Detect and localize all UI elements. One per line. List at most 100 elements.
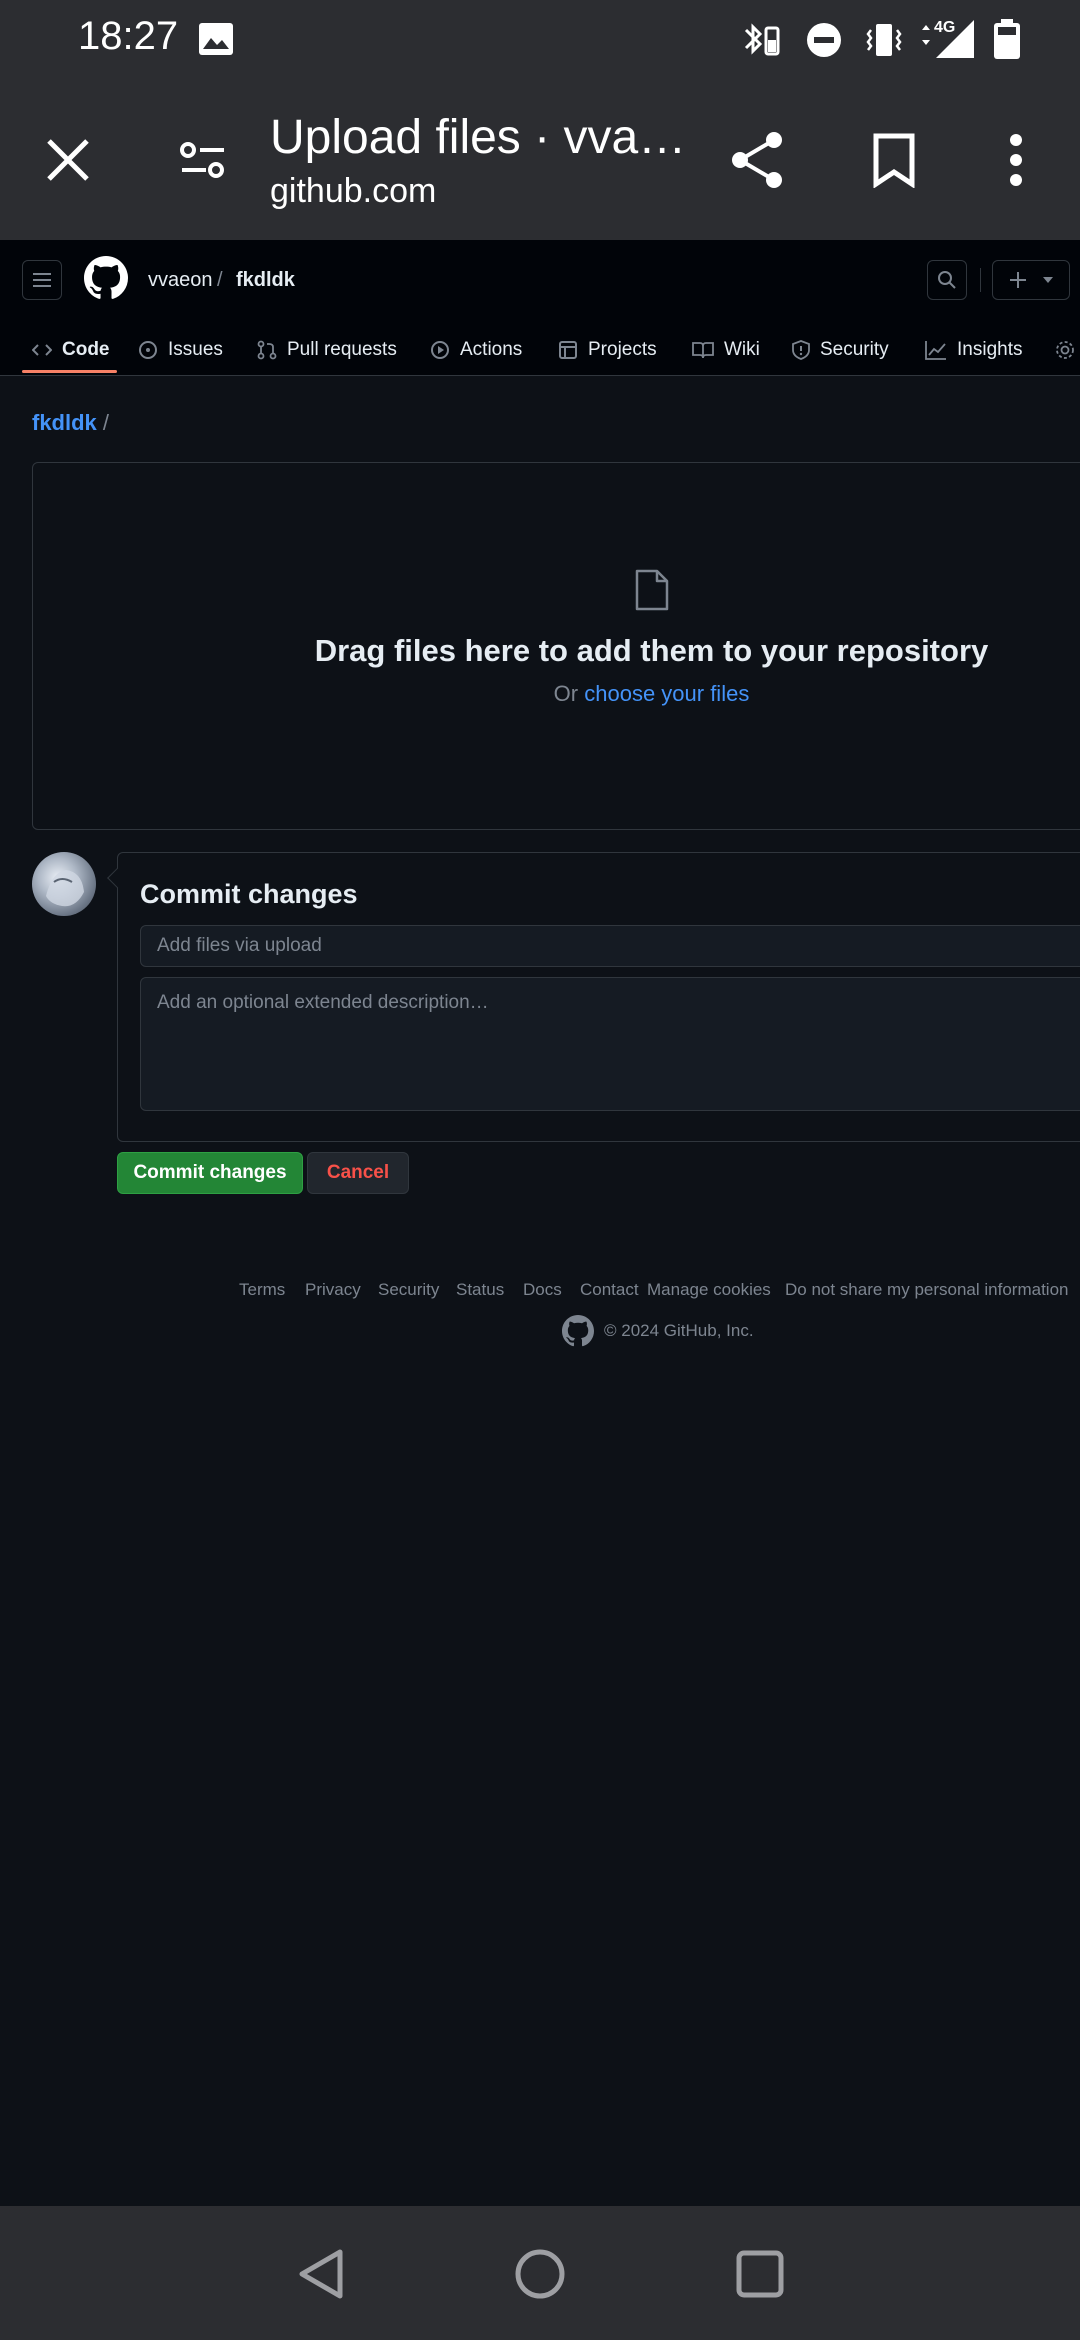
footer-link-do-not-share[interactable]: Do not share my personal information	[785, 1280, 1068, 1300]
tab-label: Pull requests	[287, 339, 397, 360]
table-icon	[559, 341, 577, 359]
footer-link-manage-cookies[interactable]: Manage cookies	[647, 1280, 771, 1300]
close-icon	[47, 139, 89, 181]
tune-icon	[180, 142, 224, 178]
git-pull-request-icon	[257, 340, 277, 360]
footer-link-docs[interactable]: Docs	[523, 1280, 562, 1300]
breadcrumb-repo-link[interactable]: fkdldk	[32, 410, 97, 435]
choose-files-link[interactable]: choose your files	[584, 681, 749, 706]
dropzone-subtext: Or choose your files	[33, 681, 1080, 707]
back-icon	[299, 2249, 343, 2299]
search-button[interactable]	[927, 260, 967, 300]
more-options-button[interactable]	[976, 120, 1056, 200]
bookmark-button[interactable]	[854, 120, 934, 200]
breadcrumb-separator: /	[102, 410, 110, 435]
close-tab-button[interactable]	[28, 120, 108, 200]
book-icon	[692, 342, 714, 359]
vibrate-icon	[864, 20, 904, 60]
github-header: vvaeon / fkdldk Code Issues Pull request…	[0, 240, 1080, 376]
menu-button[interactable]	[22, 260, 62, 300]
footer-link-terms[interactable]: Terms	[239, 1280, 285, 1300]
android-navigation-bar	[0, 2206, 1080, 2340]
status-bar: 18:27 4G	[0, 0, 1080, 80]
page-title: Upload files · vvaeon/fkdldk	[270, 111, 700, 164]
tab-pull-requests[interactable]: Pull requests	[257, 324, 397, 376]
battery-icon	[992, 18, 1022, 60]
github-mark-icon	[84, 256, 128, 299]
path-separator: /	[217, 269, 223, 291]
status-time: 18:27	[78, 14, 179, 58]
cancel-button[interactable]: Cancel	[307, 1152, 409, 1194]
site-settings-button[interactable]	[163, 120, 243, 200]
bluetooth-battery-icon	[742, 18, 782, 60]
commit-box-pointer	[107, 868, 127, 888]
tab-wiki[interactable]: Wiki	[692, 324, 760, 376]
footer-link-contact[interactable]: Contact	[580, 1280, 639, 1300]
tab-label: Wiki	[724, 339, 760, 360]
recents-button[interactable]	[736, 2250, 784, 2298]
share-button[interactable]	[718, 120, 798, 200]
tab-actions[interactable]: Actions	[430, 324, 522, 376]
plus-icon	[1010, 272, 1026, 288]
github-mark-icon	[562, 1315, 594, 1347]
bookmark-icon	[873, 133, 915, 188]
play-icon	[431, 341, 449, 359]
commit-description-input[interactable]	[140, 977, 1080, 1111]
share-icon	[732, 132, 782, 188]
avatar	[32, 852, 96, 916]
image-notification-icon	[198, 22, 234, 56]
issue-opened-icon	[139, 341, 157, 359]
tab-label: Issues	[168, 339, 223, 360]
dropzone-or-text: Or	[553, 681, 579, 706]
footer-links: Terms Privacy Security Status Docs Conta…	[0, 1280, 1080, 1304]
back-button[interactable]	[296, 2248, 346, 2300]
file-icon	[635, 569, 669, 611]
footer-copyright: © 2024 GitHub, Inc.	[562, 1315, 754, 1347]
graph-icon	[925, 341, 946, 360]
triangle-down-icon	[1043, 277, 1053, 283]
signal-4g-icon: 4G	[916, 16, 976, 60]
breadcrumb: fkdldk /	[32, 410, 109, 436]
tab-label: Insights	[957, 339, 1023, 360]
footer-link-security[interactable]: Security	[378, 1280, 439, 1300]
commit-title: Commit changes	[140, 879, 358, 909]
github-logo-link[interactable]	[84, 256, 128, 300]
more-vert-icon	[1010, 134, 1022, 186]
footer-link-privacy[interactable]: Privacy	[305, 1280, 361, 1300]
commit-summary-input[interactable]	[140, 925, 1080, 967]
hamburger-icon	[33, 273, 51, 287]
tab-settings[interactable]	[1054, 324, 1076, 376]
tab-issues[interactable]: Issues	[138, 324, 223, 376]
copyright-text: © 2024 GitHub, Inc.	[604, 1321, 754, 1340]
commit-form: Commit changes	[107, 852, 1080, 1142]
repo-link[interactable]: fkdldk	[236, 269, 295, 292]
shield-icon	[792, 340, 810, 360]
gear-icon	[1056, 341, 1074, 359]
tab-label: Security	[820, 339, 889, 360]
home-icon	[515, 2249, 565, 2299]
browser-toolbar: Upload files · vvaeon/fkdldk github.com	[0, 80, 1080, 240]
recents-icon	[736, 2250, 784, 2298]
tab-label: Projects	[588, 339, 657, 360]
tab-label: Code	[62, 339, 110, 360]
tab-projects[interactable]: Projects	[558, 324, 657, 376]
create-new-button[interactable]	[992, 260, 1070, 300]
file-dropzone[interactable]: Drag files here to add them to your repo…	[32, 462, 1080, 830]
dropzone-heading: Drag files here to add them to your repo…	[314, 633, 989, 668]
footer-link-status[interactable]: Status	[456, 1280, 504, 1300]
tab-security[interactable]: Security	[792, 324, 889, 376]
search-icon	[938, 271, 956, 289]
tab-code[interactable]: Code	[32, 324, 110, 376]
active-tab-indicator	[22, 370, 117, 373]
commit-changes-button[interactable]: Commit changes	[117, 1152, 303, 1194]
header-divider	[980, 268, 981, 292]
network-type-label: 4G	[934, 19, 955, 36]
page-domain: github.com	[270, 172, 437, 210]
code-icon	[32, 344, 52, 356]
do-not-disturb-icon	[806, 22, 842, 58]
tab-label: Actions	[460, 339, 523, 360]
repo-nav-tabs: Code Issues Pull requests Actions Projec…	[0, 324, 1080, 376]
home-button[interactable]	[514, 2248, 566, 2300]
tab-insights[interactable]: Insights	[925, 324, 1022, 376]
owner-link[interactable]: vvaeon	[148, 269, 213, 292]
